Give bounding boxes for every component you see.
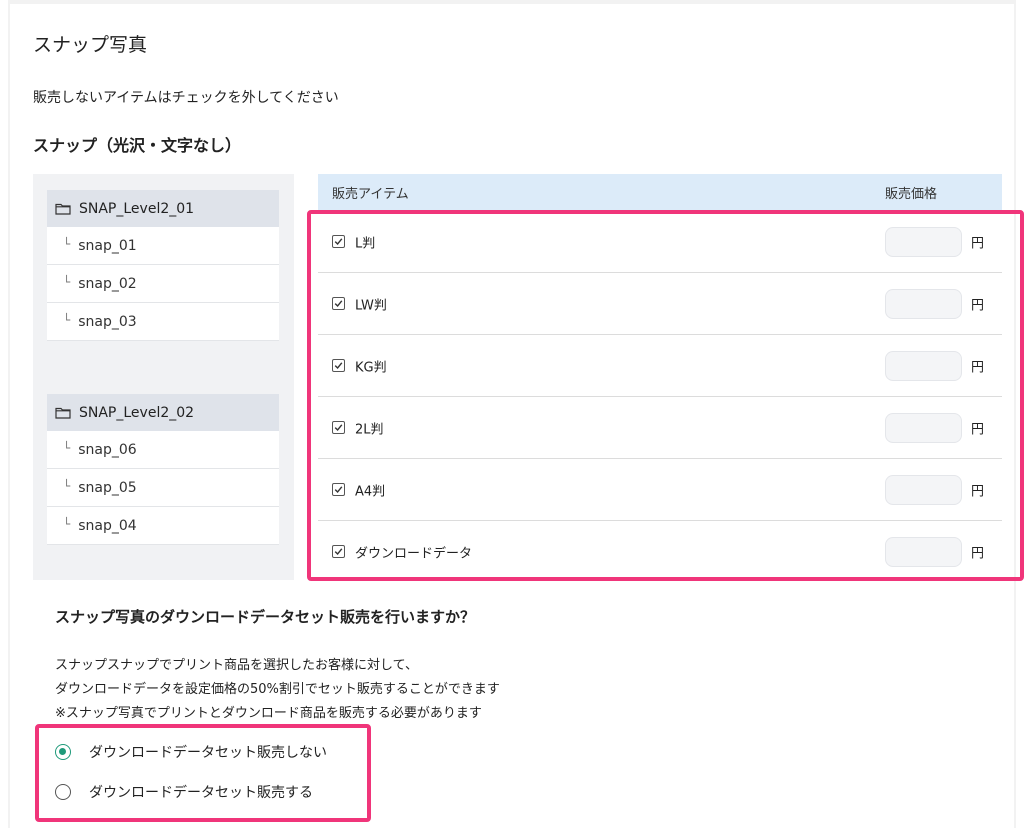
header-item: 販売アイテム bbox=[332, 187, 409, 202]
folder-header[interactable]: SNAP_Level2_01 bbox=[47, 190, 279, 227]
description-line: ダウンロードデータを設定価格の50%割引でセット販売することができます bbox=[55, 682, 500, 697]
tree-connector-icon: └ bbox=[63, 440, 71, 455]
item-name: ダウンロードデータ bbox=[355, 546, 473, 562]
item-checkbox[interactable] bbox=[332, 420, 345, 434]
description-line: ※スナップ写真でプリントとダウンロード商品を販売する必要があります bbox=[55, 706, 482, 721]
download-set-question: スナップ写真のダウンロードデータセット販売を行いますか？ bbox=[55, 608, 476, 626]
item-checkbox[interactable] bbox=[332, 545, 345, 558]
checkbox-checked-icon bbox=[334, 485, 343, 493]
tree-connector-icon: └ bbox=[63, 478, 71, 493]
checkbox-checked-icon bbox=[334, 548, 343, 556]
tree-item[interactable]: └ snap_05 bbox=[47, 469, 279, 507]
currency-label: 円 bbox=[971, 422, 985, 437]
item-row: A4判 円 bbox=[318, 459, 1002, 521]
tree-connector-icon: └ bbox=[63, 516, 71, 531]
header-price: 販売価格 bbox=[885, 187, 938, 202]
tree-connector-icon: └ bbox=[63, 274, 71, 289]
tree-connector-icon: └ bbox=[63, 236, 71, 251]
tree-item-label: snap_04 bbox=[78, 517, 137, 534]
tree-item[interactable]: └ snap_06 bbox=[47, 431, 279, 469]
folder-group: SNAP_Level2_01 └ snap_01 └ snap_02 └ snap_0… bbox=[47, 190, 279, 341]
folder-icon bbox=[55, 407, 71, 419]
left-edge-line bbox=[8, 0, 10, 828]
top-border bbox=[8, 0, 1016, 4]
item-checkbox[interactable] bbox=[332, 482, 345, 496]
folder-name: SNAP_Level2_02 bbox=[79, 404, 195, 421]
tree-item[interactable]: └ snap_01 bbox=[47, 227, 279, 265]
radio-option-no-set[interactable]: ダウンロードデータセット販売しない bbox=[55, 742, 327, 762]
item-row: 2L判 円 bbox=[318, 397, 1002, 459]
folder-tree-panel: SNAP_Level2_01 └ snap_01 └ snap_02 └ snap_0… bbox=[33, 174, 294, 580]
price-input[interactable] bbox=[885, 537, 962, 567]
item-name: KG判 bbox=[355, 360, 387, 375]
radio-label: ダウンロードデータセット販売しない bbox=[89, 745, 327, 761]
currency-label: 円 bbox=[971, 484, 985, 499]
item-row: LW判 円 bbox=[318, 273, 1002, 335]
price-input[interactable] bbox=[885, 350, 962, 381]
currency-label: 円 bbox=[971, 298, 985, 313]
item-row: ダウンロードデータ 円 bbox=[318, 521, 1002, 583]
tree-item[interactable]: └ snap_03 bbox=[47, 303, 279, 341]
item-checkbox[interactable] bbox=[332, 234, 345, 248]
currency-label: 円 bbox=[971, 546, 985, 562]
table-header: 販売アイテム 販売価格 bbox=[318, 174, 1002, 211]
item-row: L判 円 bbox=[318, 211, 1002, 273]
checkbox-checked-icon bbox=[334, 361, 343, 369]
tree-item-label: snap_06 bbox=[78, 441, 137, 458]
item-name: A4判 bbox=[355, 484, 386, 499]
section-title: スナップ（光沢・文字なし） bbox=[33, 136, 242, 155]
folder-header[interactable]: SNAP_Level2_02 bbox=[47, 394, 279, 431]
checkbox-checked-icon bbox=[334, 423, 343, 431]
description-line: スナップスナップでプリント商品を選択したお客様に対して、 bbox=[55, 658, 418, 673]
price-table: 販売アイテム 販売価格 L判 円 LW判 円 KG判 円 2L判 円 A4判 円… bbox=[318, 174, 1002, 583]
folder-name: SNAP_Level2_01 bbox=[79, 200, 195, 217]
right-edge-line bbox=[1014, 0, 1016, 828]
tree-connector-icon: └ bbox=[63, 312, 71, 327]
item-name: L判 bbox=[355, 236, 376, 251]
radio-checked-icon[interactable] bbox=[55, 744, 71, 760]
item-checkbox[interactable] bbox=[332, 296, 345, 310]
price-input[interactable] bbox=[885, 412, 962, 443]
tree-item[interactable]: └ snap_04 bbox=[47, 507, 279, 545]
tree-item-label: snap_05 bbox=[78, 479, 137, 496]
radio-option-set[interactable]: ダウンロードデータセット販売する bbox=[55, 782, 313, 802]
highlight-box-radios bbox=[35, 724, 371, 822]
tree-item[interactable]: └ snap_02 bbox=[47, 265, 279, 303]
currency-label: 円 bbox=[971, 236, 985, 251]
tree-item-label: snap_03 bbox=[78, 313, 137, 330]
item-row: KG判 円 bbox=[318, 335, 1002, 397]
folder-icon bbox=[55, 203, 71, 215]
tree-item-label: snap_02 bbox=[78, 275, 137, 292]
tree-item-label: snap_01 bbox=[78, 237, 137, 254]
checkbox-checked-icon bbox=[334, 299, 343, 307]
currency-label: 円 bbox=[971, 360, 985, 375]
radio-unchecked-icon[interactable] bbox=[55, 784, 71, 800]
item-checkbox[interactable] bbox=[332, 358, 345, 372]
price-input[interactable] bbox=[885, 288, 962, 319]
price-input[interactable] bbox=[885, 226, 962, 257]
radio-label: ダウンロードデータセット販売する bbox=[89, 785, 313, 801]
page-title: スナップ写真 bbox=[33, 34, 148, 56]
item-name: LW判 bbox=[355, 298, 387, 313]
price-input[interactable] bbox=[885, 474, 962, 505]
folder-group: SNAP_Level2_02 └ snap_06 └ snap_05 └ snap_0… bbox=[47, 394, 279, 545]
item-name: 2L判 bbox=[355, 422, 384, 437]
instruction-text: 販売しないアイテムはチェックを外してください bbox=[33, 90, 339, 106]
checkbox-checked-icon bbox=[334, 237, 343, 245]
